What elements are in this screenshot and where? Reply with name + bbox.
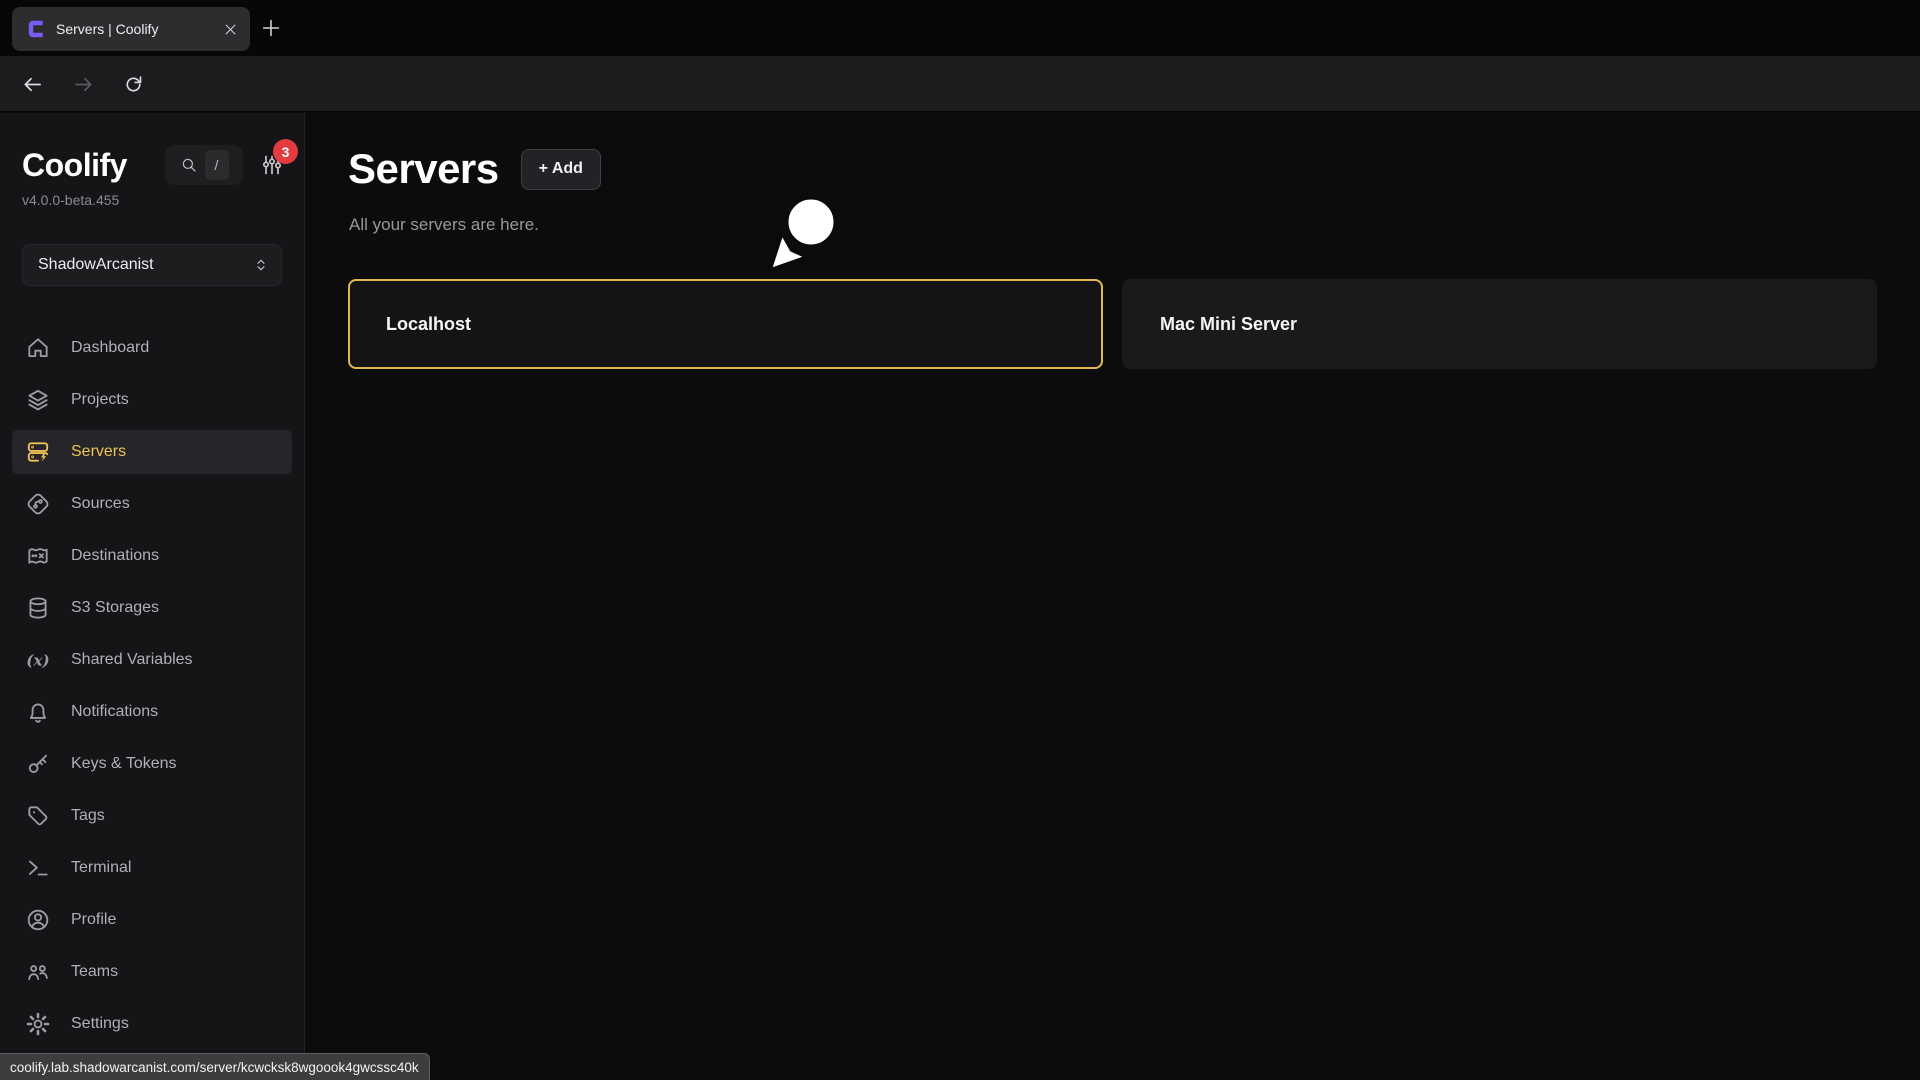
tab-close-icon[interactable] <box>223 22 238 37</box>
chevron-updown-icon <box>253 257 269 273</box>
tab-strip: Servers | Coolify <box>0 0 1920 56</box>
map-icon <box>25 543 51 569</box>
add-server-button[interactable]: + Add <box>521 149 601 190</box>
server-card-mac-mini[interactable]: Mac Mini Server <box>1122 279 1877 369</box>
sidebar-nav: Dashboard Projects Servers Sources Desti… <box>12 326 292 1046</box>
layers-icon <box>25 387 51 413</box>
sidebar-item-shared-variables[interactable]: (x) Shared Variables <box>12 638 292 682</box>
server-bolt-icon <box>25 439 51 465</box>
forward-button-icon[interactable] <box>72 73 95 96</box>
server-card-localhost[interactable]: Localhost <box>348 279 1103 369</box>
sidebar-item-s3-storages[interactable]: S3 Storages <box>12 586 292 630</box>
sidebar-item-sources[interactable]: Sources <box>12 482 292 526</box>
bell-icon <box>25 699 51 725</box>
page-subtitle: All your servers are here. <box>349 215 539 235</box>
team-name: ShadowArcanist <box>38 256 154 274</box>
notification-count-badge: 3 <box>273 139 298 164</box>
filter-sliders-button[interactable]: 3 <box>260 153 284 177</box>
page-title: Servers <box>348 145 499 193</box>
database-icon <box>25 595 51 621</box>
sidebar-item-settings[interactable]: Settings <box>12 1002 292 1046</box>
key-icon <box>25 751 51 777</box>
back-button-icon[interactable] <box>21 73 44 96</box>
sidebar-item-notifications[interactable]: Notifications <box>12 690 292 734</box>
sidebar-item-destinations[interactable]: Destinations <box>12 534 292 578</box>
tag-icon <box>25 803 51 829</box>
team-selector[interactable]: ShadowArcanist <box>22 244 282 286</box>
sidebar: Coolify / 3 v4.0.0-beta.455 ShadowArcani… <box>0 113 305 1080</box>
sidebar-item-keys-tokens[interactable]: Keys & Tokens <box>12 742 292 786</box>
browser-tab[interactable]: Servers | Coolify <box>12 7 250 51</box>
tab-title: Servers | Coolify <box>56 21 213 37</box>
search-button[interactable]: / <box>165 145 243 185</box>
main-content: Servers + Add All your servers are here.… <box>305 113 1920 1080</box>
coolify-favicon-icon <box>24 18 46 40</box>
svg-text:(x): (x) <box>26 651 49 669</box>
sidebar-item-terminal[interactable]: Terminal <box>12 846 292 890</box>
server-name: Mac Mini Server <box>1160 314 1297 335</box>
coolify-brand: Coolify <box>22 147 127 184</box>
server-name: Localhost <box>386 314 471 335</box>
sidebar-item-tags[interactable]: Tags <box>12 794 292 838</box>
sidebar-item-servers[interactable]: Servers <box>12 430 292 474</box>
users-icon <box>25 959 51 985</box>
parens-x-icon: (x) <box>25 647 51 673</box>
slash-key-chip: / <box>205 150 229 180</box>
browser-toolbar: coolify.lab.shadowarcanist.com/servers u… <box>0 56 1920 112</box>
user-circle-icon <box>25 907 51 933</box>
sidebar-item-projects[interactable]: Projects <box>12 378 292 422</box>
gear-icon <box>25 1011 51 1037</box>
sidebar-item-teams[interactable]: Teams <box>12 950 292 994</box>
home-icon <box>25 335 51 361</box>
search-icon <box>180 156 198 174</box>
git-diamond-icon <box>25 491 51 517</box>
new-tab-button[interactable] <box>260 17 282 39</box>
terminal-prompt-icon <box>25 855 51 881</box>
link-status-bar: coolify.lab.shadowarcanist.com/server/kc… <box>0 1053 430 1080</box>
sidebar-item-dashboard[interactable]: Dashboard <box>12 326 292 370</box>
server-grid: Localhost Mac Mini Server <box>348 279 1877 369</box>
reload-button-icon[interactable] <box>122 73 145 96</box>
version-label: v4.0.0-beta.455 <box>0 185 304 208</box>
sidebar-item-profile[interactable]: Profile <box>12 898 292 942</box>
